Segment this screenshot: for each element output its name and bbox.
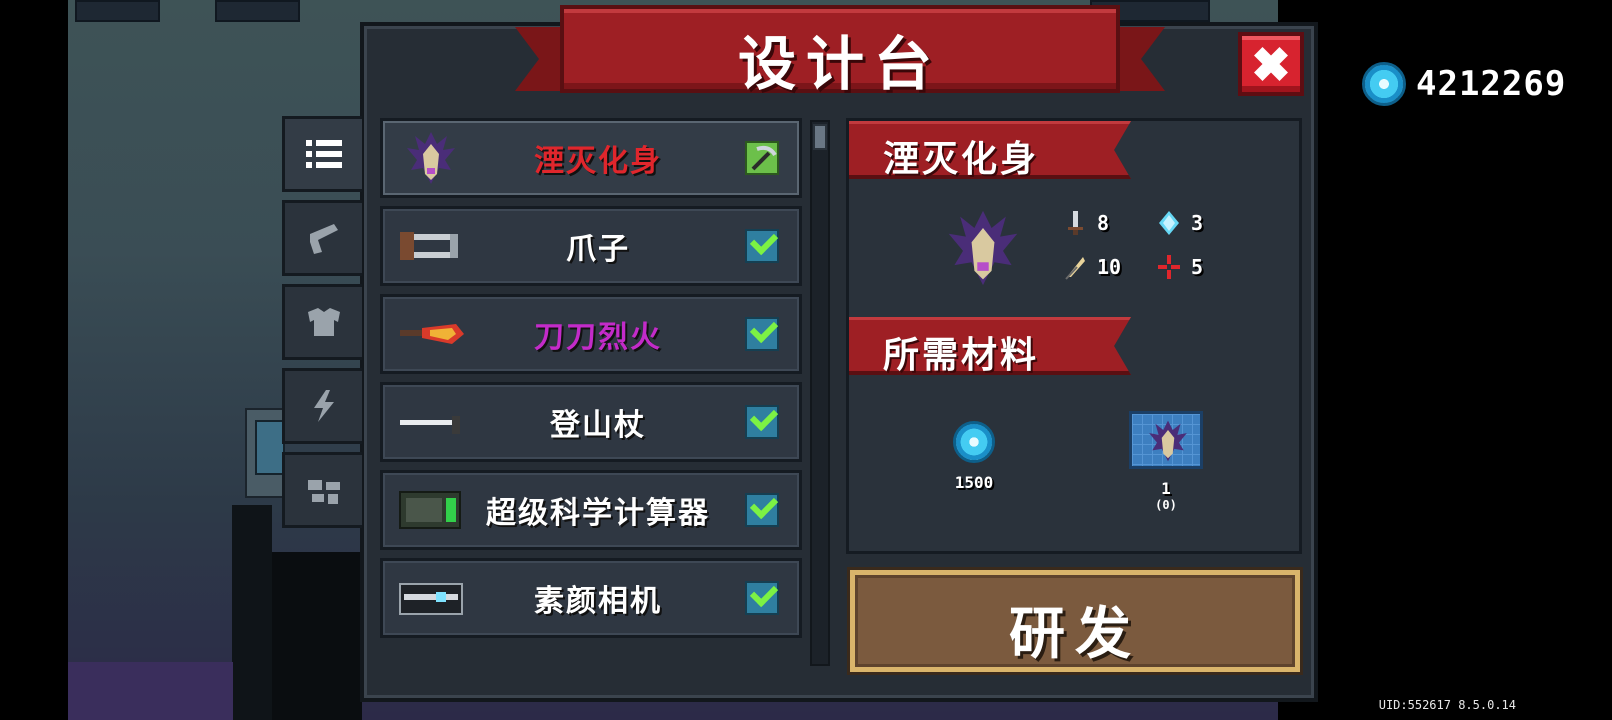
crystal-icon xyxy=(1159,211,1179,235)
gem-icon xyxy=(1362,62,1406,106)
item-name-ribbon: 湮灭化身 xyxy=(849,121,1131,179)
scroll-thumb[interactable] xyxy=(813,124,827,150)
tab-skills[interactable] xyxy=(282,368,362,444)
calculator-icon xyxy=(391,480,471,540)
crosshair-icon xyxy=(1158,255,1180,279)
tab-parts[interactable] xyxy=(282,452,362,528)
list-item[interactable]: 刀刀烈火 xyxy=(380,294,802,374)
item-detail-pane: 湮灭化身 8 3 10 5 所需材料 1500 1 (0) xyxy=(846,118,1302,554)
stat-energy: 3 xyxy=(1157,209,1203,237)
stat-value: 3 xyxy=(1191,211,1204,235)
blueprint-list[interactable]: 湮灭化身 爪子 刀刀烈火 登山杖 超级科学计算器 素颜相机 xyxy=(380,118,832,666)
pillar xyxy=(232,505,272,720)
armor-icon xyxy=(307,308,340,336)
stat-damage: 8 xyxy=(1063,209,1109,237)
pickaxe-icon xyxy=(745,141,779,175)
list-icon xyxy=(305,140,342,168)
cane-icon xyxy=(391,392,471,452)
material-owned: (0) xyxy=(1155,498,1177,512)
banner-main: 设计台 xyxy=(560,5,1120,98)
stat-value: 5 xyxy=(1191,255,1204,279)
check-icon xyxy=(745,581,779,615)
check-icon xyxy=(745,229,779,263)
claw-icon xyxy=(391,216,471,276)
stat-speed: 10 xyxy=(1063,253,1121,281)
list-item[interactable]: 登山杖 xyxy=(380,382,802,462)
camera-icon xyxy=(391,568,471,628)
check-icon xyxy=(745,493,779,527)
stat-value: 8 xyxy=(1097,211,1110,235)
material-gems: 1500 xyxy=(953,421,995,492)
item-name: 爪子 xyxy=(566,232,630,267)
stat-value: 10 xyxy=(1097,255,1122,279)
item-name: 湮灭化身 xyxy=(534,144,662,179)
screen-edge xyxy=(0,0,68,720)
tab-armor[interactable] xyxy=(282,284,362,360)
currency-display: 4212269 xyxy=(1362,62,1566,106)
check-icon xyxy=(745,317,779,351)
research-button-label: 研发 xyxy=(1009,602,1141,667)
gear-pieces-icon xyxy=(307,480,340,504)
tab-weapons[interactable] xyxy=(282,200,362,276)
check-icon xyxy=(745,405,779,439)
material-amount: 1 xyxy=(1161,479,1171,498)
research-button[interactable]: 研发 xyxy=(850,570,1300,672)
tab-list[interactable] xyxy=(282,116,362,192)
wall-block xyxy=(75,0,160,22)
mask-icon xyxy=(948,210,1018,286)
list-scrollbar[interactable] xyxy=(810,120,830,666)
lightning-icon xyxy=(313,390,334,422)
list-item[interactable]: 超级科学计算器 xyxy=(380,470,802,550)
page-title: 设计台 xyxy=(737,30,942,98)
mask-icon xyxy=(391,128,471,188)
item-name: 登山杖 xyxy=(550,408,646,443)
materials-title: 所需材料 xyxy=(883,335,1040,376)
detail-item-name: 湮灭化身 xyxy=(883,139,1040,180)
feather-icon xyxy=(1065,257,1085,280)
material-blueprint: 1 (0) xyxy=(1129,411,1203,512)
sword-icon xyxy=(1068,211,1083,235)
wall-block xyxy=(215,0,300,22)
item-name: 超级科学计算器 xyxy=(486,496,710,531)
stat-crit: 5 xyxy=(1157,253,1203,281)
item-name: 素颜相机 xyxy=(534,584,662,619)
machine-screen xyxy=(255,420,285,475)
gun-icon xyxy=(309,224,338,254)
blueprint-icon xyxy=(1129,411,1203,469)
shadow-block xyxy=(272,552,362,720)
list-item[interactable]: 湮灭化身 xyxy=(380,118,802,198)
title-banner: 设计台 xyxy=(515,5,1165,105)
materials-ribbon: 所需材料 xyxy=(849,317,1131,375)
list-item[interactable]: 素颜相机 xyxy=(380,558,802,638)
category-tabs xyxy=(282,116,364,536)
item-name: 刀刀烈火 xyxy=(534,320,662,355)
flame-blade-icon xyxy=(391,304,471,364)
uid-label: UID:552617 8.5.0.14 xyxy=(1378,698,1516,712)
material-amount: 1500 xyxy=(954,473,994,492)
floor-glow xyxy=(68,662,233,720)
gem-icon xyxy=(953,421,995,463)
close-button[interactable] xyxy=(1238,32,1304,96)
list-item[interactable]: 爪子 xyxy=(380,206,802,286)
currency-value: 4212269 xyxy=(1416,64,1567,104)
